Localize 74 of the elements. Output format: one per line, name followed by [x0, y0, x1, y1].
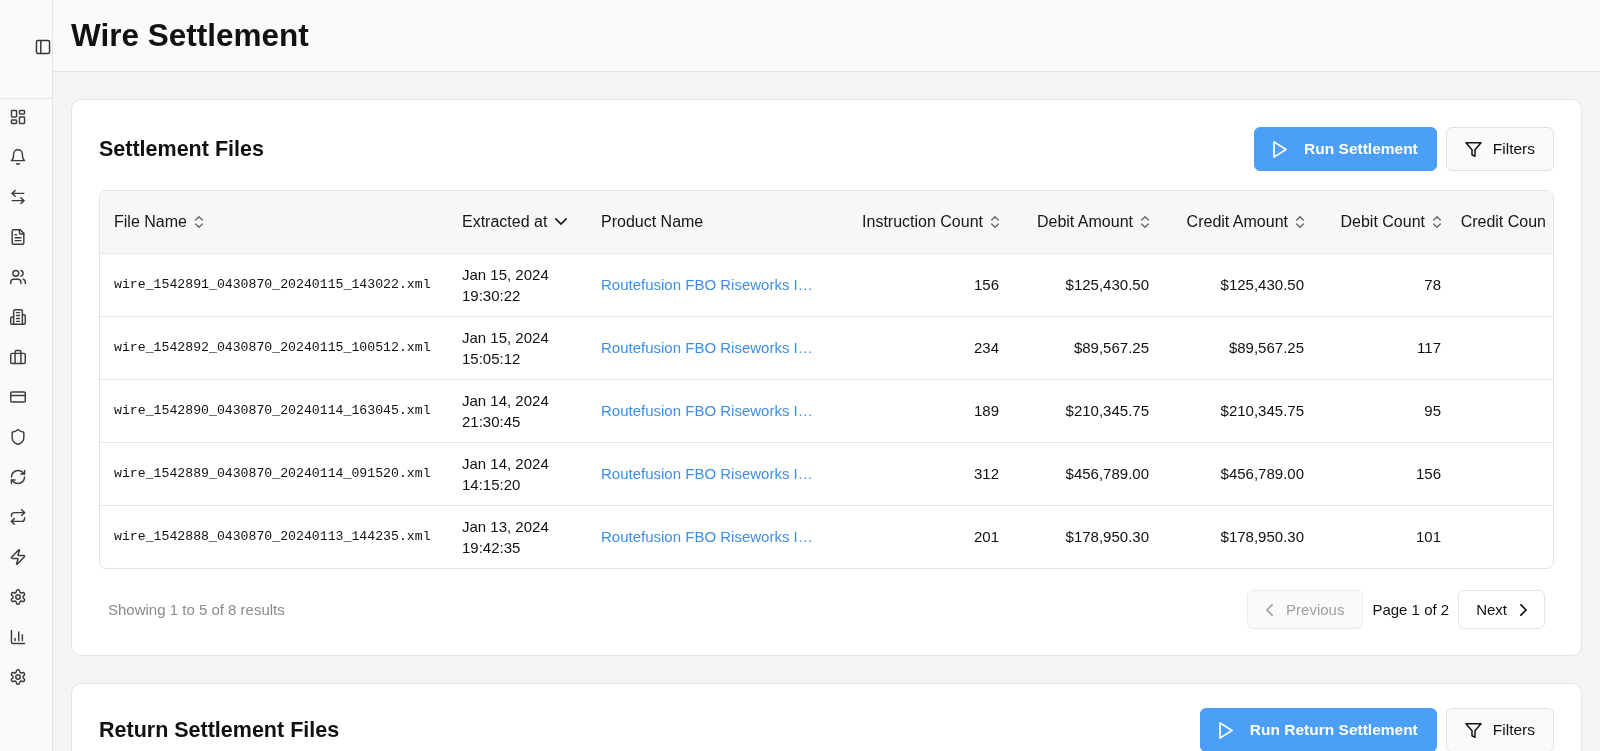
amount-value: $89,567.25	[1228, 339, 1304, 356]
refresh-icon[interactable]	[9, 469, 26, 485]
amount-value: $210,345.75	[1065, 402, 1149, 419]
filters-button[interactable]: Filters	[1445, 708, 1554, 751]
bar-chart-icon[interactable]	[9, 629, 26, 645]
count-value: 95	[1424, 402, 1441, 419]
count-value: 78	[1424, 276, 1441, 293]
grid-icon[interactable]	[9, 109, 26, 125]
sort-icon	[1141, 215, 1149, 228]
chevron-down-icon	[555, 218, 568, 226]
play-icon	[1273, 140, 1288, 158]
section-title: Settlement Files	[99, 136, 264, 162]
column-header[interactable]: Debit Count	[1340, 212, 1441, 231]
timestamp: Jan 15, 2024 19:30:22	[462, 264, 550, 306]
count-value: 189	[973, 402, 999, 419]
lightning-icon[interactable]	[9, 549, 26, 565]
page-title: Wire Settlement	[71, 17, 309, 54]
count-value: 117	[1417, 339, 1441, 356]
file-name: wire_1542892_0430870_20240115_100512.xml	[114, 340, 431, 355]
play-icon	[1218, 721, 1233, 739]
column-header: Product Name	[601, 212, 704, 231]
panel-icon[interactable]	[35, 39, 51, 55]
credit-card-icon[interactable]	[9, 389, 26, 405]
document-icon[interactable]	[9, 229, 26, 245]
chevron-right-icon	[1520, 603, 1527, 616]
page-indicator: Page 1 of 2	[1372, 601, 1450, 618]
amount-value: $125,430.50	[1220, 276, 1304, 293]
amount-value: $456,789.00	[1065, 465, 1149, 482]
chevron-left-icon	[1266, 603, 1274, 616]
count-value: 312	[973, 465, 999, 482]
amount-value: $89,567.25	[1073, 339, 1149, 356]
sort-icon	[991, 215, 999, 228]
file-name: wire_1542889_0430870_20240114_091520.xml	[114, 466, 431, 481]
column-header[interactable]: Extracted at	[462, 212, 568, 231]
briefcase-icon[interactable]	[9, 349, 26, 365]
settings-icon[interactable]	[9, 589, 26, 605]
amount-value: $125,430.50	[1065, 276, 1149, 293]
count-value: 156	[1415, 465, 1441, 482]
sort-icon	[1296, 215, 1304, 228]
column-header[interactable]: Debit Amount	[1036, 212, 1149, 231]
timestamp: Jan 14, 2024 21:30:45	[462, 390, 550, 432]
count-value: 156	[973, 276, 999, 293]
count-value: 201	[973, 528, 999, 546]
sort-icon	[1433, 215, 1441, 228]
file-name: wire_1542891_0430870_20240115_143022.xml	[114, 277, 431, 292]
column-header[interactable]: File Name	[114, 212, 203, 231]
count-value: 101	[1415, 528, 1441, 546]
shield-icon[interactable]	[9, 429, 26, 445]
column-header: Credit Coun	[1460, 212, 1546, 231]
timestamp: Jan 13, 2024 19:42:35	[462, 516, 550, 558]
sort-icon	[194, 215, 203, 228]
amount-value: $178,950.30	[1220, 528, 1304, 546]
section-title: Return Settlement Files	[99, 717, 340, 743]
results-summary: Showing 1 to 5 of 8 results	[108, 601, 285, 618]
amount-value: $210,345.75	[1220, 402, 1304, 419]
filter-icon	[1464, 141, 1482, 157]
arrows-icon[interactable]	[9, 189, 26, 205]
building-icon[interactable]	[9, 309, 26, 325]
timestamp: Jan 15, 2024 15:05:12	[462, 327, 550, 369]
settings-icon[interactable]	[9, 669, 26, 685]
next-button[interactable]: Next	[1458, 590, 1545, 629]
column-header[interactable]: Instruction Count	[862, 212, 999, 231]
file-name: wire_1542890_0430870_20240114_163045.xml	[114, 403, 431, 418]
bell-icon[interactable]	[9, 149, 26, 165]
filters-button[interactable]: Filters	[1445, 127, 1554, 171]
timestamp: Jan 14, 2024 14:15:20	[462, 453, 550, 495]
users-icon[interactable]	[9, 269, 26, 285]
amount-value: $456,789.00	[1220, 465, 1304, 482]
filter-icon	[1464, 722, 1482, 738]
amount-value: $178,950.30	[1065, 528, 1149, 546]
count-value: 234	[973, 339, 999, 356]
file-name: wire_1542888_0430870_20240113_144235.xml	[114, 529, 431, 545]
repeat-icon[interactable]	[9, 509, 26, 525]
column-header[interactable]: Credit Amount	[1186, 212, 1304, 231]
